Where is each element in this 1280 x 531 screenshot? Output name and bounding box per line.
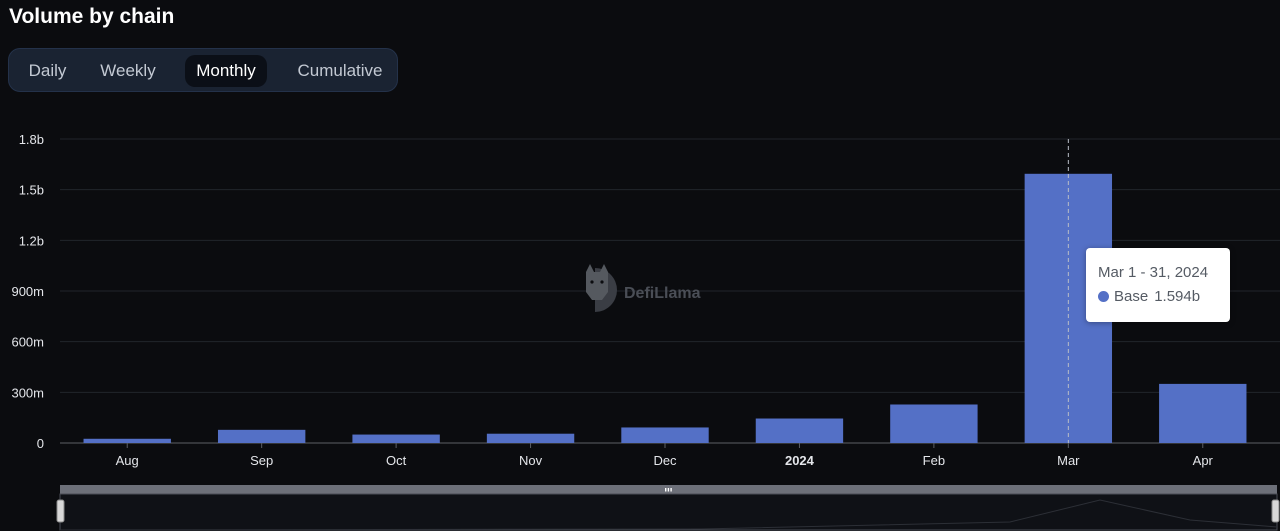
y-tick-label: 1.8b <box>19 132 44 147</box>
y-tick-label: 900m <box>11 284 44 299</box>
zoom-grip-icon <box>670 488 672 492</box>
x-tick-label: Dec <box>653 453 677 468</box>
y-tick-label: 600m <box>11 335 44 350</box>
x-tick-label: Apr <box>1193 453 1214 468</box>
bar-nov[interactable] <box>486 433 575 443</box>
zoom-handle-left[interactable] <box>56 499 65 523</box>
bar-apr[interactable] <box>1159 383 1247 443</box>
tooltip-series-row: Base 1.594b <box>1098 288 1230 306</box>
bar-oct[interactable] <box>352 434 440 443</box>
tooltip-series-name: Base <box>1114 288 1149 305</box>
zoom-grip-icon <box>665 488 667 492</box>
x-tick-label: Feb <box>923 453 945 468</box>
x-tick-label: Nov <box>519 453 543 468</box>
bar-dec[interactable] <box>621 427 709 443</box>
x-tick-label: Aug <box>116 453 139 468</box>
bar-feb[interactable] <box>890 404 978 443</box>
llama-logo-icon <box>586 264 617 312</box>
zoom-slider-window[interactable] <box>59 493 1278 531</box>
defillama-watermark: DefiLlama <box>586 264 701 312</box>
x-tick-label: Sep <box>250 453 273 468</box>
tooltip-date: Mar 1 - 31, 2024 <box>1098 264 1209 281</box>
y-tick-label: 1.2b <box>19 233 44 248</box>
bar-aug[interactable] <box>83 438 171 443</box>
zoom-slider[interactable] <box>56 485 1280 531</box>
tooltip-value: 1.594b <box>1154 288 1201 305</box>
chart-tooltip: Mar 1 - 31, 2024 Base 1.594b <box>1086 248 1230 322</box>
series-dot-icon <box>1098 291 1109 302</box>
bar-2024[interactable] <box>755 418 844 443</box>
bar-sep[interactable] <box>217 429 306 443</box>
x-tick-label: Mar <box>1057 453 1080 468</box>
y-tick-label: 1.5b <box>19 183 44 198</box>
zoom-handle-right[interactable] <box>1271 499 1280 523</box>
y-tick-label: 300m <box>11 385 44 400</box>
y-tick-label: 0 <box>37 436 44 451</box>
x-tick-label: Oct <box>386 453 407 468</box>
x-tick-label: 2024 <box>785 453 815 468</box>
zoom-grip-icon <box>667 488 670 492</box>
watermark-text: DefiLlama <box>624 285 701 302</box>
